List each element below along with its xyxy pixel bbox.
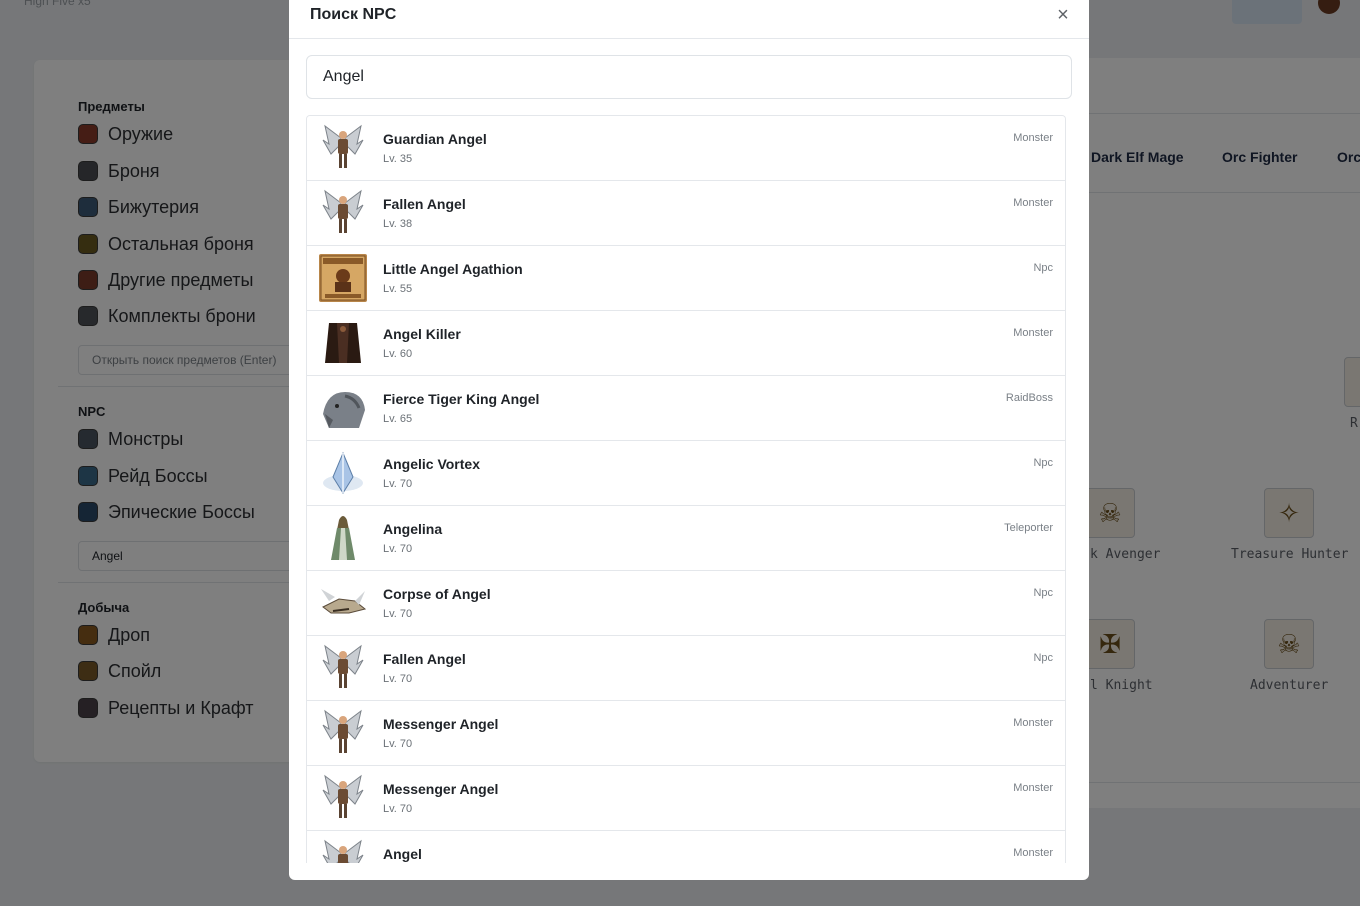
npc-name: Angelic Vortex: [383, 456, 480, 472]
npc-thumbnail: [319, 579, 367, 627]
npc-thumbnail: [319, 514, 367, 562]
npc-name: Angel: [383, 846, 422, 862]
npc-type-badge: Npc: [1033, 262, 1053, 274]
result-item[interactable]: Little Angel Agathion Lv. 55 Npc: [307, 246, 1065, 311]
close-icon[interactable]: ×: [1051, 3, 1075, 27]
npc-thumbnail: [319, 319, 367, 367]
npc-name: Messenger Angel: [383, 716, 499, 732]
modal-title: Поиск NPC: [310, 6, 397, 23]
npc-level: Lv. 55: [383, 283, 413, 295]
npc-thumbnail: [319, 254, 367, 302]
result-item[interactable]: Fallen Angel Lv. 70 Npc: [307, 636, 1065, 701]
npc-level: Lv. 70: [383, 803, 413, 815]
npc-name: Angel Killer: [383, 326, 461, 342]
npc-thumbnail: [319, 449, 367, 497]
npc-name: Angelina: [383, 521, 443, 537]
npc-type-badge: RaidBoss: [1005, 392, 1053, 404]
npc-type-badge: Monster: [1013, 327, 1053, 339]
npc-search-input[interactable]: [306, 55, 1072, 99]
npc-name: Corpse of Angel: [383, 586, 491, 602]
npc-type-badge: Npc: [1033, 652, 1053, 664]
npc-thumbnail: [319, 774, 367, 822]
results-list: Guardian Angel Lv. 35 Monster Fallen Angel L…: [306, 115, 1066, 863]
npc-level: Lv. 70: [383, 478, 413, 490]
result-item[interactable]: Messenger Angel Lv. 70 Monster: [307, 701, 1065, 766]
result-item[interactable]: Angelic Vortex Lv. 70 Npc: [307, 441, 1065, 506]
npc-name: Fallen Angel: [383, 651, 466, 667]
npc-level: Lv. 60: [383, 348, 413, 360]
npc-type-badge: Npc: [1033, 457, 1053, 469]
npc-thumbnail: [319, 124, 367, 172]
result-item[interactable]: Corpse of Angel Lv. 70 Npc: [307, 571, 1065, 636]
result-item[interactable]: Guardian Angel Lv. 35 Monster: [307, 116, 1065, 181]
npc-level: Lv. 70: [383, 608, 413, 620]
npc-type-badge: Monster: [1013, 197, 1053, 209]
result-item[interactable]: Angel Killer Lv. 60 Monster: [307, 311, 1065, 376]
npc-level: Lv. 65: [383, 413, 413, 425]
npc-level: Lv. 38: [383, 218, 413, 230]
npc-thumbnail: [319, 189, 367, 237]
npc-type-badge: Monster: [1013, 717, 1053, 729]
result-item[interactable]: Messenger Angel Lv. 70 Monster: [307, 766, 1065, 831]
npc-name: Guardian Angel: [383, 131, 487, 147]
npc-type-badge: Monster: [1013, 847, 1053, 859]
npc-thumbnail: [319, 384, 367, 432]
npc-name: Fallen Angel: [383, 196, 466, 212]
npc-type-badge: Monster: [1013, 132, 1053, 144]
npc-type-badge: Npc: [1033, 587, 1053, 599]
npc-name: Little Angel Agathion: [383, 261, 523, 277]
result-item[interactable]: Fallen Angel Lv. 38 Monster: [307, 181, 1065, 246]
npc-name: Fierce Tiger King Angel: [383, 391, 540, 407]
npc-level: Lv. 70: [383, 673, 413, 685]
npc-level: Lv. 70: [383, 738, 413, 750]
npc-level: Lv. 35: [383, 153, 413, 165]
npc-level: Lv. 70: [383, 543, 413, 555]
npc-type-badge: Teleporter: [1004, 522, 1053, 534]
result-item[interactable]: Fierce Tiger King Angel Lv. 65 RaidBoss: [307, 376, 1065, 441]
npc-name: Messenger Angel: [383, 781, 499, 797]
modal-header: Поиск NPC ×: [289, 0, 1089, 39]
npc-search-modal: Поиск NPC × Guardian AngelLv. 35MonsterF…: [289, 0, 1089, 880]
npc-thumbnail: [319, 839, 367, 863]
result-item[interactable]: Angel Monster: [307, 831, 1065, 863]
npc-thumbnail: [319, 644, 367, 692]
npc-thumbnail: [319, 709, 367, 757]
result-item[interactable]: Angelina Lv. 70 Teleporter: [307, 506, 1065, 571]
npc-type-badge: Monster: [1013, 782, 1053, 794]
